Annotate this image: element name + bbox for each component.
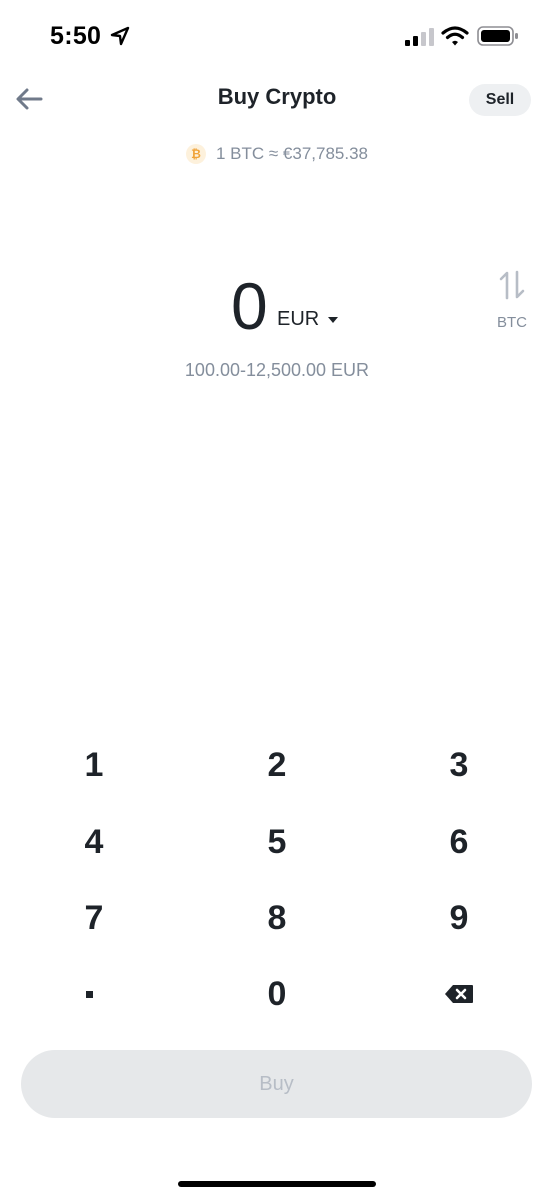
key-7[interactable]: 7: [19, 883, 169, 953]
key-decimal[interactable]: [14, 959, 164, 1029]
swap-arrows-icon: [499, 270, 525, 300]
backspace-icon: [445, 985, 473, 1003]
home-indicator: [178, 1181, 376, 1187]
key-9[interactable]: 9: [384, 883, 534, 953]
cellular-signal-icon: [405, 28, 434, 46]
key-0[interactable]: 0: [202, 959, 352, 1029]
exchange-rate: ₿ 1 BTC ≈ €37,785.38: [0, 142, 554, 166]
status-bar: 5:50: [0, 0, 554, 70]
location-arrow-icon: [110, 26, 130, 46]
buy-button[interactable]: Buy: [21, 1050, 532, 1118]
wifi-icon: [441, 26, 469, 46]
amount-display: 0 EUR BTC: [0, 268, 554, 348]
status-time: 5:50: [50, 22, 102, 50]
caret-down-icon: [328, 316, 339, 323]
header: Buy Crypto Sell: [0, 72, 554, 128]
amount-value: 0: [231, 269, 268, 343]
key-3[interactable]: 3: [384, 730, 534, 800]
swap-currency-button[interactable]: BTC: [490, 268, 534, 338]
key-backspace[interactable]: [384, 959, 534, 1029]
key-2[interactable]: 2: [202, 730, 352, 800]
rate-text: 1 BTC ≈ €37,785.38: [215, 144, 369, 163]
key-8[interactable]: 8: [202, 883, 352, 953]
amount-limits: 100.00-12,500.00 EUR: [184, 360, 370, 380]
key-4[interactable]: 4: [19, 807, 169, 877]
battery-icon: [477, 26, 518, 46]
key-1[interactable]: 1: [19, 730, 169, 800]
key-5[interactable]: 5: [202, 807, 352, 877]
key-6[interactable]: 6: [384, 807, 534, 877]
swap-target-label: BTC: [497, 314, 527, 331]
fiat-currency-select[interactable]: EUR: [277, 308, 339, 331]
decimal-point-glyph: [85, 990, 93, 998]
sell-button[interactable]: Sell: [469, 84, 531, 116]
fiat-currency-code: EUR: [277, 308, 320, 330]
bitcoin-icon: ₿: [185, 144, 206, 164]
numeric-keypad: 1 2 3 4 5 6 7 8 9 0: [0, 728, 554, 1032]
